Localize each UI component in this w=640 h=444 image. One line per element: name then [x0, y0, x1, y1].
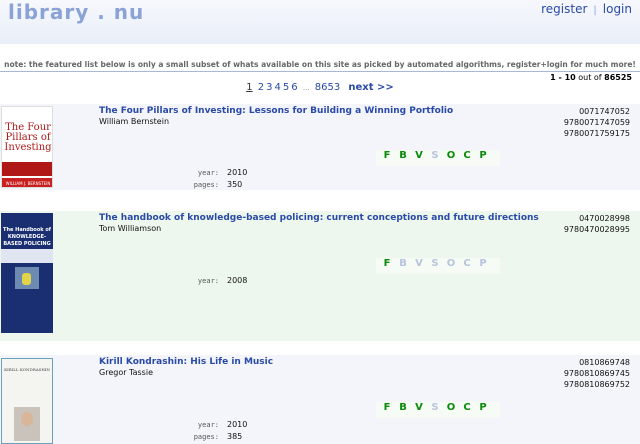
isbn: 9780470028995 [563, 225, 630, 234]
book-pages: 385 [227, 432, 243, 441]
format-link-o[interactable]: O [443, 150, 459, 161]
format-link-f[interactable]: F [379, 150, 395, 161]
book-year: 2008 [227, 276, 248, 285]
book-year: 2010 [227, 420, 248, 429]
format-link-s: S [431, 258, 439, 269]
link-separator: | [593, 5, 597, 16]
book-cover[interactable]: The Handbook of KNOWLEDGE-BASED POLICING [1, 213, 53, 333]
format-links: FBVSOCP [376, 402, 500, 418]
format-link-b: B [399, 258, 407, 269]
page-link[interactable]: 6 [291, 82, 297, 93]
result-count: 1 - 10 out of 86525 [550, 73, 632, 82]
result-out-of: out of [578, 73, 602, 82]
cover-photo [14, 407, 40, 441]
year-label: year: [197, 169, 219, 177]
book-author: Gregor Tassie [99, 368, 153, 377]
pages-label: pages: [193, 433, 219, 441]
book-year: 2010 [227, 168, 248, 177]
book-meta: year: 2008 [192, 275, 247, 287]
format-link-b[interactable]: B [395, 150, 411, 161]
isbn: 9780810869752 [563, 380, 630, 389]
book-item: The Handbook of KNOWLEDGE-BASED POLICING… [0, 211, 640, 341]
format-link-p: P [479, 258, 487, 269]
cover-band [1, 249, 53, 263]
format-link-f[interactable]: F [379, 258, 395, 269]
next-page-link[interactable]: next >> [348, 82, 393, 93]
book-title[interactable]: Kirill Kondrashin: His Life in Music [99, 357, 273, 367]
result-range: 1 - 10 [550, 73, 576, 82]
format-link-b[interactable]: B [395, 402, 411, 413]
format-link-c[interactable]: C [459, 150, 475, 161]
page-ellipsis: ... [302, 84, 310, 92]
book-item: The Four Pillars of Investing WILLIAM J.… [0, 104, 640, 190]
isbn: 0470028998 [579, 214, 630, 223]
book-author: William Bernstein [99, 117, 170, 126]
format-link-v[interactable]: V [411, 402, 427, 413]
top-links: register | login [541, 2, 632, 16]
isbn: 0071747052 [579, 107, 630, 116]
format-link-o: O [446, 258, 456, 269]
year-label: year: [197, 277, 219, 285]
cover-title: The Handbook of KNOWLEDGE-BASED POLICING [3, 227, 51, 247]
site-logo[interactable]: library . nu [8, 0, 144, 24]
cover-title: The Four Pillars of Investing [4, 122, 52, 153]
book-author: Tom Williamson [99, 224, 162, 233]
isbn: 9780071759175 [563, 129, 630, 138]
format-link-c: C [463, 258, 471, 269]
isbn: 9780810869745 [563, 369, 630, 378]
cover-photo [15, 267, 39, 289]
pagination: 1 23456 ... 8653 next >> [0, 82, 640, 93]
book-isbns: 0470028998 9780470028995 [564, 213, 630, 235]
format-link-p[interactable]: P [475, 150, 491, 161]
format-link-v[interactable]: V [411, 150, 427, 161]
format-link-o[interactable]: O [443, 402, 459, 413]
year-label: year: [197, 421, 219, 429]
cover-title: KIRILL KONDRASHIN [4, 367, 50, 372]
format-link-s: S [431, 402, 439, 413]
page-current: 1 [246, 82, 253, 93]
book-meta: year: 2010 pages: 385 [192, 419, 248, 443]
format-link-s: S [431, 150, 439, 161]
book-meta: year: 2010 pages: 350 [192, 167, 248, 191]
featured-note: note: the featured list below is only a … [4, 60, 636, 69]
format-links: FBVSOCP [376, 258, 500, 274]
format-links: FBVSOCP [376, 150, 500, 166]
login-link[interactable]: login [603, 2, 632, 16]
page-last[interactable]: 8653 [315, 82, 340, 93]
format-link-v: V [415, 258, 423, 269]
book-isbns: 0071747052 9780071747059 9780071759175 [564, 106, 630, 139]
site-header: library . nu register | login [0, 0, 640, 44]
book-cover[interactable]: The Four Pillars of Investing WILLIAM J.… [1, 106, 53, 188]
book-cover[interactable]: KIRILL KONDRASHIN [1, 358, 53, 444]
book-isbns: 0810869748 9780810869745 9780810869752 [564, 357, 630, 390]
format-link-f[interactable]: F [379, 402, 395, 413]
result-total: 86525 [604, 73, 632, 82]
format-link-p[interactable]: P [475, 402, 491, 413]
cover-author: WILLIAM J. BERNSTEIN [2, 178, 52, 187]
register-link[interactable]: register [541, 2, 587, 16]
cover-band [2, 162, 52, 176]
pages-label: pages: [193, 181, 219, 189]
book-title[interactable]: The Four Pillars of Investing: Lessons f… [99, 106, 453, 116]
book-pages: 350 [227, 180, 243, 189]
page-link[interactable]: 5 [283, 82, 289, 93]
isbn: 0810869748 [579, 358, 630, 367]
book-title[interactable]: The handbook of knowledge-based policing… [99, 213, 539, 223]
page-link[interactable]: 2 [258, 82, 264, 93]
page-link[interactable]: 3 [266, 82, 272, 93]
book-item: KIRILL KONDRASHIN Kirill Kondrashin: His… [0, 355, 640, 444]
divider [0, 71, 640, 72]
isbn: 9780071747059 [563, 118, 630, 127]
format-link-c[interactable]: C [459, 402, 475, 413]
page-link[interactable]: 4 [275, 82, 281, 93]
